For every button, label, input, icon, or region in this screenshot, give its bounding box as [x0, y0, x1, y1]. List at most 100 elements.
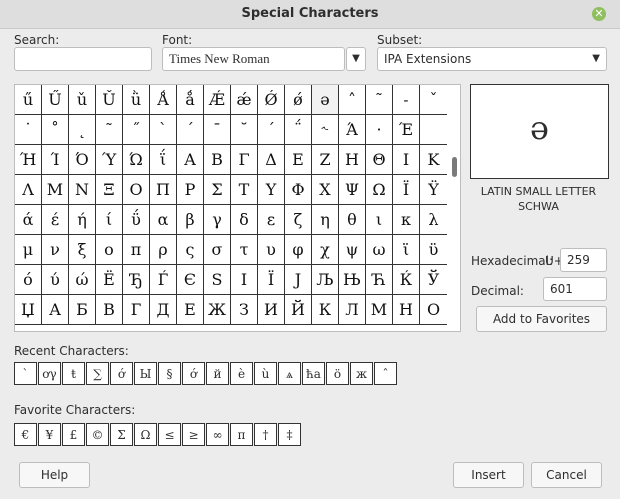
character-cell[interactable]	[420, 115, 447, 145]
character-cell[interactable]: ˘	[231, 115, 258, 145]
favorite-character[interactable]: ≤	[158, 423, 181, 446]
character-cell[interactable]: В	[96, 295, 123, 325]
character-cell[interactable]: ζ	[285, 205, 312, 235]
character-cell[interactable]: Έ	[393, 115, 420, 145]
character-cell[interactable]: Φ	[285, 175, 312, 205]
favorite-character[interactable]: ‡	[278, 423, 301, 446]
character-cell[interactable]: Ї	[258, 265, 285, 295]
character-cell[interactable]: Ι	[393, 145, 420, 175]
character-cell[interactable]: ǻ	[177, 85, 204, 115]
character-cell[interactable]: Ђ	[123, 265, 150, 295]
character-cell[interactable]: α	[150, 205, 177, 235]
character-cell[interactable]: ή	[69, 205, 96, 235]
character-cell[interactable]: Ǽ	[204, 85, 231, 115]
character-cell[interactable]: ˜	[96, 115, 123, 145]
character-cell[interactable]: Θ	[366, 145, 393, 175]
favorite-character[interactable]: Σ	[110, 423, 133, 446]
character-cell[interactable]: Ћ	[366, 265, 393, 295]
recent-character[interactable]: ớ	[182, 362, 205, 385]
character-cell[interactable]: Ν	[69, 175, 96, 205]
character-cell[interactable]: Ѓ	[150, 265, 177, 295]
character-cell[interactable]: Λ	[15, 175, 42, 205]
character-cell[interactable]: φ	[285, 235, 312, 265]
character-cell[interactable]: Α	[177, 145, 204, 175]
character-cell[interactable]: χ	[312, 235, 339, 265]
character-cell[interactable]: ν	[42, 235, 69, 265]
font-input[interactable]: Times New Roman	[162, 47, 345, 71]
font-dropdown-button[interactable]: ▼	[346, 47, 366, 71]
character-cell[interactable]: Ή	[15, 145, 42, 175]
character-cell[interactable]: ˄	[339, 85, 366, 115]
character-cell[interactable]: ˚	[42, 115, 69, 145]
character-cell[interactable]: κ	[393, 205, 420, 235]
character-cell[interactable]: О	[420, 295, 447, 325]
character-cell[interactable]: ˗	[393, 85, 420, 115]
recent-character[interactable]: Ы	[134, 362, 157, 385]
character-cell[interactable]: Ο	[123, 175, 150, 205]
character-cell[interactable]: γ	[204, 205, 231, 235]
character-cell[interactable]: ǿ	[285, 85, 312, 115]
character-cell[interactable]: η	[312, 205, 339, 235]
favorite-character[interactable]: ≥	[182, 423, 205, 446]
recent-character[interactable]: ѧ	[278, 362, 301, 385]
character-cell[interactable]: Є	[177, 265, 204, 295]
character-cell[interactable]: ο	[96, 235, 123, 265]
character-cell[interactable]: Ζ	[312, 145, 339, 175]
character-cell[interactable]: Д	[150, 295, 177, 325]
character-cell[interactable]: ·	[366, 115, 393, 145]
character-cell[interactable]: ˝	[123, 115, 150, 145]
favorite-character[interactable]: €	[14, 423, 37, 446]
hex-input[interactable]: 259	[560, 248, 607, 272]
character-cell[interactable]: Ё	[96, 265, 123, 295]
character-cell[interactable]: θ	[339, 205, 366, 235]
cancel-button[interactable]: Cancel	[531, 462, 602, 488]
character-cell[interactable]: ι	[366, 205, 393, 235]
character-cell[interactable]: ǽ	[231, 85, 258, 115]
character-grid[interactable]: ű Űǔ Ǔǜ Ǻǻ Ǽǽ Ǿǿ ə ˄ ˜ ˗ ˇ ˙ ˚ ˛ ˜ ˝ ˋ ˊ ˉ ˘ ΄ ΅ ˞ Ά · Έ Ή Ί Ό Ύ Ώΐ Α Β Γ…	[14, 84, 461, 332]
search-input[interactable]	[14, 47, 152, 71]
character-cell[interactable]: ǜ	[123, 85, 150, 115]
character-cell[interactable]: Υ	[258, 175, 285, 205]
favorite-character[interactable]: ¥	[38, 423, 61, 446]
character-cell[interactable]: Б	[69, 295, 96, 325]
character-cell[interactable]: І	[231, 265, 258, 295]
character-cell[interactable]: ε	[258, 205, 285, 235]
character-cell[interactable]: έ	[42, 205, 69, 235]
character-cell[interactable]: Џ	[15, 295, 42, 325]
character-cell[interactable]: Γ	[231, 145, 258, 175]
character-cell[interactable]: ύ	[42, 265, 69, 295]
add-to-favorites-button[interactable]: Add to Favorites	[476, 306, 607, 332]
character-cell[interactable]: ΅	[285, 115, 312, 145]
recent-character[interactable]: è	[230, 362, 253, 385]
character-cell[interactable]: Ώ	[123, 145, 150, 175]
recent-character[interactable]: ∑	[86, 362, 109, 385]
character-cell[interactable]: Τ	[231, 175, 258, 205]
character-cell[interactable]: δ	[231, 205, 258, 235]
character-cell[interactable]: υ	[258, 235, 285, 265]
character-cell[interactable]: ί	[96, 205, 123, 235]
character-cell[interactable]: Ǔ	[96, 85, 123, 115]
character-cell[interactable]: Μ	[42, 175, 69, 205]
character-cell[interactable]: Ǻ	[150, 85, 177, 115]
character-cell[interactable]: Ϊ	[393, 175, 420, 205]
character-cell[interactable]: ˜	[366, 85, 393, 115]
character-cell[interactable]: Ύ	[96, 145, 123, 175]
character-cell[interactable]: ű	[15, 85, 42, 115]
character-cell[interactable]: ΐ	[150, 145, 177, 175]
character-cell[interactable]: ψ	[339, 235, 366, 265]
character-cell[interactable]: Ј	[285, 265, 312, 295]
character-cell[interactable]: Ρ	[177, 175, 204, 205]
character-cell[interactable]: ά	[15, 205, 42, 235]
character-cell[interactable]: λ	[420, 205, 447, 235]
favorite-character[interactable]: ©	[86, 423, 109, 446]
character-cell[interactable]: Κ	[420, 145, 447, 175]
character-cell[interactable]: Ű	[42, 85, 69, 115]
character-cell[interactable]: Β	[204, 145, 231, 175]
decimal-input[interactable]: 601	[543, 277, 607, 301]
character-cell[interactable]: Δ	[258, 145, 285, 175]
character-cell[interactable]: ə	[312, 85, 339, 115]
character-cell[interactable]: Љ	[312, 265, 339, 295]
character-cell[interactable]: ϋ	[420, 235, 447, 265]
character-cell[interactable]: ΄	[258, 115, 285, 145]
character-cell[interactable]: Й	[285, 295, 312, 325]
